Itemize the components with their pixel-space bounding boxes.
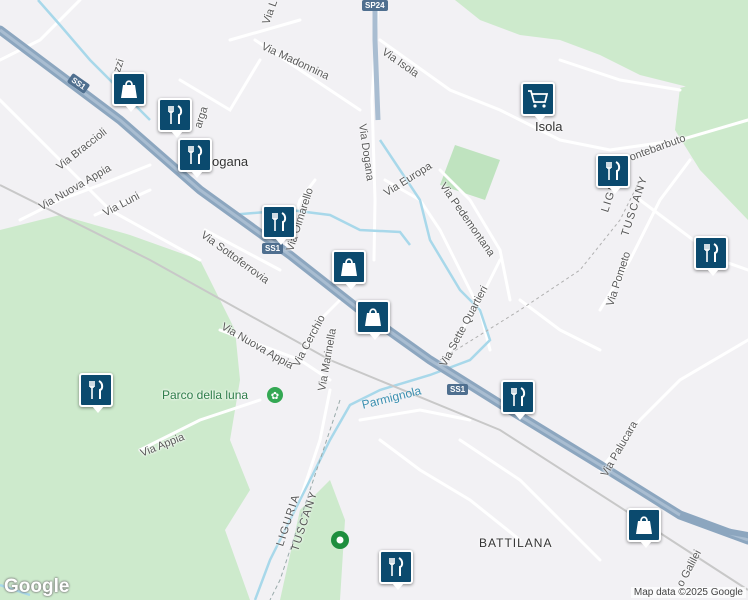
restaurant-icon [606,161,621,180]
shopping-bag-marker[interactable] [112,72,146,112]
restaurant-icon [272,212,287,231]
restaurant-icon [704,243,719,262]
park-area-west [0,215,250,600]
shopping-bag-icon [636,516,652,534]
restaurant-marker[interactable] [379,550,413,590]
restaurant-icon [89,380,104,399]
park-area-northeast [455,0,748,90]
place-label-battilana: BATTILANA [479,536,553,550]
shopping-cart-icon [528,90,549,108]
restaurant-icon [389,557,404,576]
restaurant-marker[interactable] [158,98,192,138]
restaurant-marker[interactable] [596,154,630,194]
restaurant-marker[interactable] [262,205,296,245]
restaurant-marker[interactable] [79,373,113,413]
svg-text:✿: ✿ [271,391,279,402]
place-label-dogana: ogana [212,154,249,169]
restaurant-icon [511,387,526,406]
shopping-bag-icon [341,258,357,276]
restaurant-marker[interactable] [178,138,212,178]
shopping-bag-marker[interactable] [332,250,366,290]
park-area-east [675,70,748,220]
shopping-bag-icon [365,308,381,326]
restaurant-icon [168,105,183,124]
shopping-bag-icon [121,80,137,98]
restaurant-marker[interactable] [694,236,728,276]
restaurant-marker[interactable] [501,380,535,420]
map-attribution: Map data ©2025 Google [630,587,746,598]
restaurant-icon [188,145,203,164]
park-label: Parco della luna [162,388,249,402]
google-logo: Google [4,576,70,597]
supermarket-marker[interactable] [521,82,555,122]
shopping-bag-marker[interactable] [356,300,390,340]
route-shield: SS1 [447,384,469,395]
route-shield: SP24 [362,0,388,11]
shopping-bag-marker[interactable] [627,508,661,548]
